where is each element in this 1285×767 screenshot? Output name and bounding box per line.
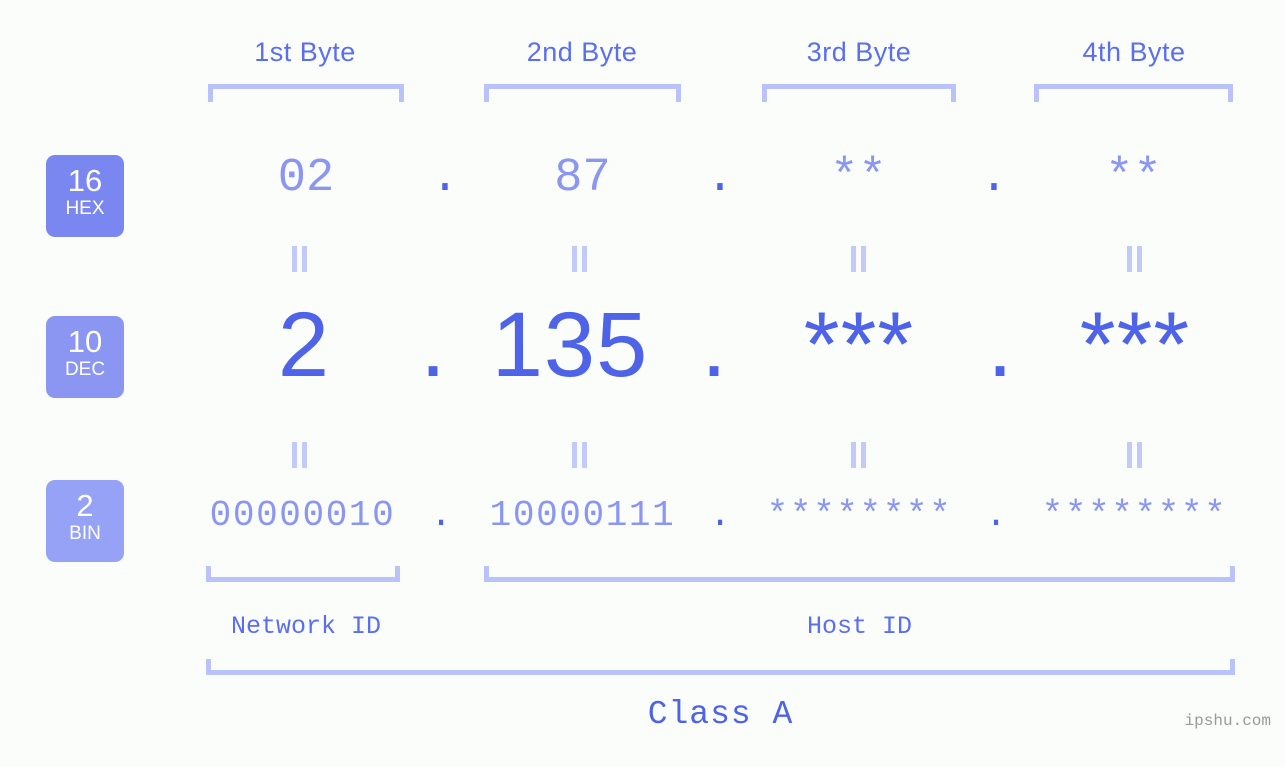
hex-octet-1: 02 [277,152,335,205]
dec-octet-2: 135 [491,294,649,396]
bin-separator-3: . [985,495,1007,536]
class-label: Class A [647,696,794,733]
base-badge-hex: 16 HEX [46,155,124,237]
byte-bracket-1 [208,84,404,102]
dec-separator-3: . [987,294,1013,396]
base-badge-dec-name: DEC [64,359,106,380]
bin-separator-1: . [430,495,452,536]
equals-connector-hex-dec-1 [292,246,308,272]
byte-bracket-4 [1034,84,1233,102]
dec-octet-1: 2 [277,294,331,396]
hex-separator-1: . [430,152,460,205]
hex-separator-2: . [705,152,735,205]
dec-separator-1: . [420,294,446,396]
ip-address-breakdown-diagram: 1st Byte 2nd Byte 3rd Byte 4th Byte 16 H… [0,0,1285,767]
bin-separator-2: . [709,495,731,536]
network-id-label: Network ID [230,612,382,641]
equals-connector-hex-dec-2 [572,246,588,272]
hex-octet-4: ** [1105,152,1162,205]
byte-bracket-2 [484,84,681,102]
hex-octet-3: ** [830,152,887,205]
equals-connector-dec-bin-3 [851,442,867,468]
network-id-bracket [206,566,400,582]
hex-separator-3: . [979,152,1009,205]
dec-octet-3: *** [803,294,915,396]
bin-octet-2: 10000111 [489,495,676,536]
host-id-label: Host ID [806,612,913,641]
base-badge-dec-number: 10 [67,324,103,359]
bin-octet-1: 00000010 [209,495,396,536]
byte-header-3: 3rd Byte [806,37,912,67]
equals-connector-dec-bin-1 [292,442,308,468]
dec-separator-2: . [701,294,727,396]
base-badge-hex-name: HEX [65,198,105,219]
base-badge-bin-name: BIN [69,523,101,544]
byte-header-2: 2nd Byte [526,37,638,67]
base-badge-bin: 2 BIN [46,480,124,562]
bin-octet-3: ******** [766,495,953,536]
byte-bracket-3 [762,84,956,102]
equals-connector-hex-dec-4 [1127,246,1143,272]
hex-octet-2: 87 [554,152,611,205]
equals-connector-hex-dec-3 [851,246,867,272]
site-watermark: ipshu.com [1184,712,1271,730]
host-id-bracket [484,566,1235,582]
byte-header-1: 1st Byte [254,37,356,67]
base-badge-bin-number: 2 [76,488,94,523]
byte-header-4: 4th Byte [1082,37,1186,67]
base-badge-hex-number: 16 [67,163,103,198]
class-bracket [206,659,1235,675]
dec-octet-4: *** [1079,294,1191,396]
equals-connector-dec-bin-2 [572,442,588,468]
base-badge-dec: 10 DEC [46,316,124,398]
bin-octet-4: ******** [1041,495,1228,536]
equals-connector-dec-bin-4 [1127,442,1143,468]
